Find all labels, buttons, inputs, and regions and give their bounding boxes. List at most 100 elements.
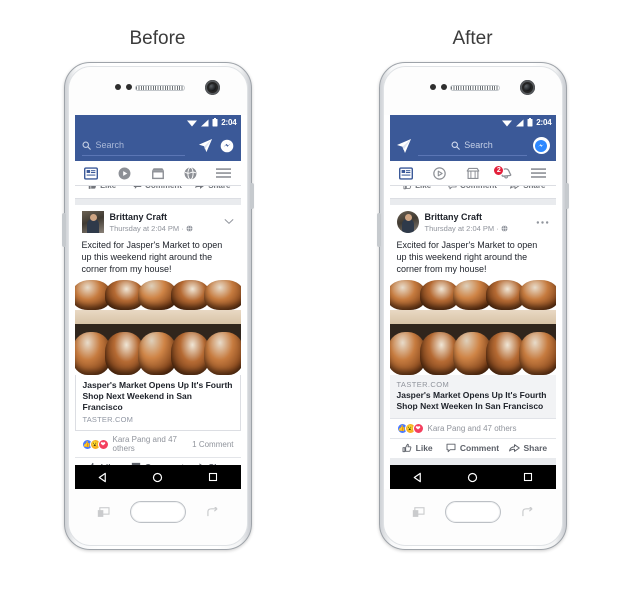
link-domain: TASTER.COM (396, 380, 450, 389)
sidebar-item-notifications[interactable]: 2 (489, 165, 522, 180)
signal-icon (516, 119, 524, 126)
clipped-comment-button[interactable]: Comment (130, 186, 185, 190)
phone-screen-after: 2:04 Search 2 Brittany Craft Thursday at… (389, 115, 556, 465)
sidebar-item-notifications[interactable] (174, 166, 207, 180)
sidebar-item-menu[interactable] (207, 167, 240, 179)
sidebar-item-marketplace[interactable] (456, 167, 489, 180)
action-bar-after: Like Comment Share (389, 439, 556, 458)
link-title: Jasper's Market Opens Up It's Fourth Sho… (82, 380, 233, 412)
sidebar-item-video[interactable] (108, 167, 141, 180)
recents-soft-key-icon[interactable] (97, 507, 110, 518)
status-time-before: 2:04 (221, 118, 237, 127)
post-author-name[interactable]: Brittany Craft (425, 211, 536, 223)
reaction-icons[interactable]: 👍 😮 ❤ (396, 423, 424, 434)
front-camera-icon (204, 80, 220, 95)
share-filled-icon (195, 186, 205, 189)
sidebar-item-marketplace[interactable] (141, 167, 174, 180)
search-input-after[interactable]: Search (417, 136, 527, 156)
send-icon[interactable] (396, 138, 412, 154)
clipped-comment-label: Comment (145, 186, 182, 190)
like-button[interactable]: Like (390, 443, 445, 453)
back-soft-key-icon[interactable] (521, 507, 534, 518)
comment-label: Comment (459, 443, 500, 453)
bread-row-bottom (389, 332, 556, 375)
post-header: Brittany Craft Thursday at 2:04 PM · (75, 205, 241, 237)
clipped-like-button[interactable]: Like (390, 186, 445, 190)
news-feed-icon (84, 166, 99, 180)
phone-top-bezel (68, 67, 247, 115)
reaction-count-text[interactable]: Kara Pang and 47 others (428, 424, 549, 433)
clipped-share-button[interactable]: Share (185, 186, 240, 190)
clipped-share-button[interactable]: Share (500, 186, 555, 190)
home-circle-icon[interactable] (467, 472, 478, 483)
status-bar-before: 2:04 (74, 115, 241, 130)
video-play-icon (118, 167, 131, 179)
post-timestamp-row: Thursday at 2:04 PM · (425, 223, 536, 234)
search-icon (81, 140, 91, 150)
volume-button (61, 213, 66, 247)
post-card-before: Brittany Craft Thursday at 2:04 PM · Exc… (74, 205, 241, 465)
clipped-share-label: Share (523, 186, 545, 190)
phone-top-bezel (383, 67, 562, 115)
send-icon[interactable] (198, 138, 213, 153)
earpiece-speaker-icon (449, 85, 500, 91)
sidebar-item-news-feed[interactable] (75, 166, 108, 180)
panel-title-after: After (452, 28, 493, 49)
recents-square-icon[interactable] (208, 472, 218, 482)
share-button[interactable]: Share (500, 443, 555, 453)
love-reaction-icon: ❤ (97, 438, 109, 450)
back-triangle-icon[interactable] (412, 472, 423, 483)
home-circle-icon[interactable] (152, 472, 163, 483)
clipped-comment-button[interactable]: Comment (445, 186, 500, 190)
post-photo[interactable] (389, 280, 556, 375)
reaction-icons[interactable]: 👍 😮 ❤ (81, 438, 109, 450)
post-header: Brittany Craft Thursday at 2:04 PM · (390, 205, 556, 237)
recents-square-icon[interactable] (523, 472, 533, 482)
back-triangle-icon[interactable] (97, 472, 108, 483)
hamburger-menu-icon (531, 168, 547, 178)
sidebar-item-menu[interactable] (522, 167, 555, 179)
messenger-icon[interactable] (220, 139, 234, 153)
panel-before: Before 2:04 Search Brittany Craft Thursd… (0, 0, 315, 600)
bread-row-bottom (74, 332, 241, 375)
link-preview-card-after[interactable]: TASTER.COM Jasper's Market Opens Up It's… (389, 375, 556, 419)
thumbs-up-outline-icon (403, 186, 412, 190)
post-author-name[interactable]: Brittany Craft (110, 211, 224, 223)
recents-soft-key-icon[interactable] (412, 507, 425, 518)
home-button[interactable] (444, 501, 501, 523)
chevron-down-icon[interactable] (223, 211, 234, 230)
sensor-dots-icon (429, 84, 447, 90)
messenger-icon[interactable] (532, 137, 550, 154)
back-soft-key-icon[interactable] (206, 507, 219, 518)
signal-icon (201, 119, 209, 126)
search-placeholder-after: Search (464, 140, 493, 150)
earpiece-speaker-icon (134, 85, 185, 91)
bread-row-top (74, 280, 241, 310)
clipped-like-label: Like (100, 186, 116, 190)
clipped-share-label: Share (208, 186, 230, 190)
reaction-count-text[interactable]: Kara Pang and 47 others (113, 435, 193, 453)
share-outline-icon (510, 186, 520, 189)
comment-button[interactable]: Comment (445, 443, 500, 453)
post-timestamp: Thursday at 2:04 PM (424, 224, 495, 233)
avatar[interactable] (396, 211, 419, 233)
sidebar-item-news-feed[interactable] (390, 166, 423, 180)
phone-mockup-after: 2:04 Search 2 Brittany Craft Thursday at… (376, 62, 569, 550)
bread-row-top (389, 280, 556, 310)
search-icon (451, 141, 461, 150)
sidebar-item-video[interactable] (423, 166, 456, 180)
marketplace-store-outline-icon (466, 167, 479, 179)
clipped-action-row-before: Like Comment Share (74, 186, 241, 199)
ellipsis-icon[interactable] (536, 211, 549, 230)
link-preview-card-before[interactable]: Jasper's Market Opens Up It's Fourth Sho… (74, 375, 241, 431)
post-photo[interactable] (74, 280, 241, 375)
clipped-like-button[interactable]: Like (75, 186, 130, 190)
news-feed-icon (399, 166, 414, 180)
comment-count-text[interactable]: 1 Comment (192, 440, 233, 449)
notification-badge: 2 (493, 165, 505, 176)
avatar[interactable] (81, 211, 104, 233)
search-input-before[interactable]: Search (81, 136, 185, 156)
status-bar-after: 2:04 (389, 115, 556, 130)
comment-outline-icon (448, 186, 457, 190)
home-button[interactable] (129, 501, 186, 523)
